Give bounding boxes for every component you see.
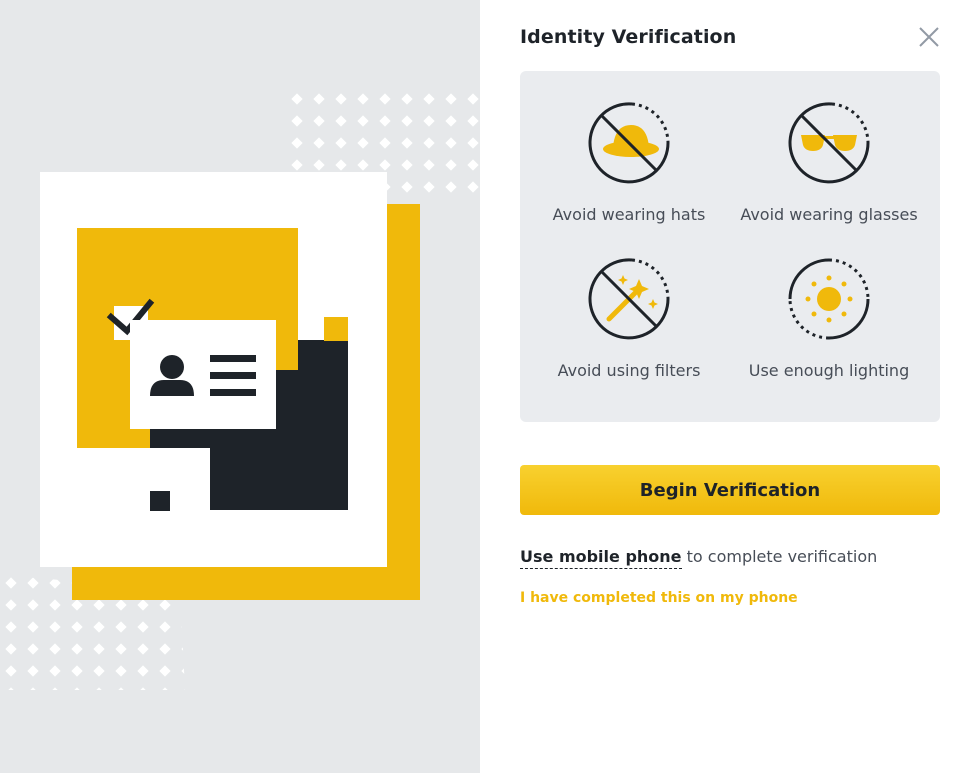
no-hat-icon: [588, 102, 670, 184]
verification-dialog: Identity Verification Avoid wearing hats: [480, 0, 972, 773]
tip-glasses: Avoid wearing glasses: [724, 101, 934, 225]
small-black-square: [150, 491, 170, 511]
black-block: [210, 440, 348, 510]
card-line: [210, 355, 256, 362]
id-card-illustration: [0, 88, 480, 690]
small-yellow-square: [324, 317, 348, 341]
no-filter-icon: [588, 258, 670, 340]
dialog-title: Identity Verification: [520, 26, 737, 48]
illustration-pane: [0, 0, 480, 773]
close-button[interactable]: [916, 24, 942, 50]
tip-label: Avoid wearing hats: [552, 205, 706, 224]
tip-label: Avoid wearing glasses: [740, 205, 918, 224]
tip-label: Avoid using filters: [557, 361, 701, 380]
sun-icon: [788, 258, 870, 340]
tip-label: Use enough lighting: [748, 361, 910, 380]
begin-verification-button[interactable]: Begin Verification: [520, 465, 940, 515]
tips-panel: Avoid wearing hats Avoid wearing glasses: [520, 71, 940, 422]
mobile-suffix-text: to complete verification: [681, 547, 878, 566]
avatar-icon: [160, 355, 184, 379]
use-mobile-phone-link[interactable]: Use mobile phone: [520, 547, 682, 569]
tip-filters: Avoid using filters: [524, 257, 734, 381]
tip-hats: Avoid wearing hats: [524, 101, 734, 225]
completed-on-phone-link[interactable]: I have completed this on my phone: [520, 590, 798, 606]
no-glasses-icon: [788, 102, 870, 184]
mobile-verification-row: Use mobile phone to complete verificatio…: [520, 547, 878, 569]
close-icon: [919, 27, 939, 47]
tip-lighting: Use enough lighting: [724, 257, 934, 381]
